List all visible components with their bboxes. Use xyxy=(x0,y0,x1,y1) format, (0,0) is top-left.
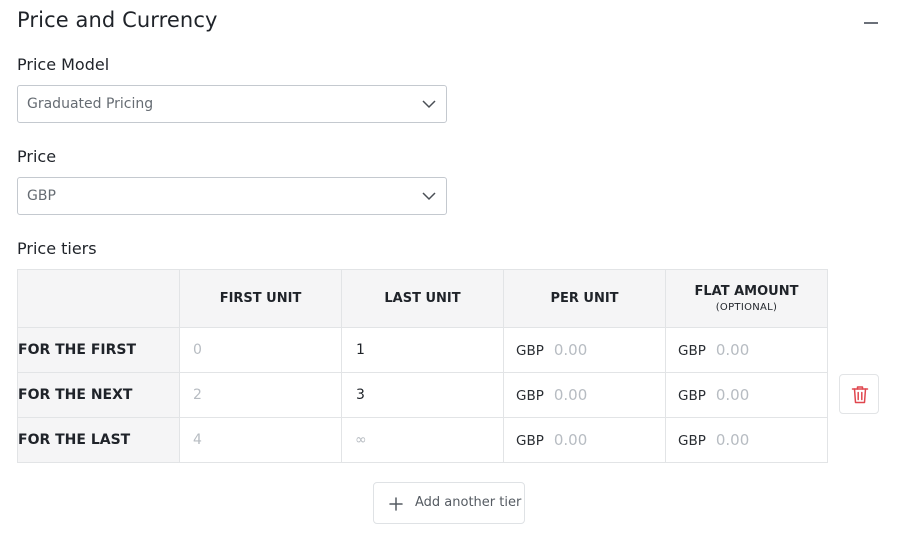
delete-tier-button[interactable] xyxy=(839,374,879,414)
price-tiers-table: FIRST UNIT LAST UNIT PER UNIT FLAT AMOUN… xyxy=(17,269,828,463)
section-title: Price and Currency xyxy=(17,8,218,32)
row-label: FOR THE FIRST xyxy=(17,327,180,373)
plus-icon xyxy=(389,497,403,511)
flat-amount-currency: GBP xyxy=(678,388,706,404)
per-unit-placeholder: 0.00 xyxy=(553,341,588,359)
price-label: Price xyxy=(17,147,57,166)
price-tiers-label: Price tiers xyxy=(17,239,97,258)
trash-icon xyxy=(851,386,869,404)
flat-amount-input[interactable]: GBP 0.00 xyxy=(665,372,828,418)
per-unit-input[interactable]: GBP 0.00 xyxy=(503,372,666,418)
table-row: FOR THE LAST 4 ∞ GBP 0.00 GBP 0.00 xyxy=(17,417,828,463)
table-header-row: FIRST UNIT LAST UNIT PER UNIT FLAT AMOUN… xyxy=(17,269,828,328)
per-unit-placeholder: 0.00 xyxy=(553,386,588,404)
header-empty xyxy=(17,269,180,328)
last-unit-value: 1 xyxy=(356,342,365,358)
per-unit-input[interactable]: GBP 0.00 xyxy=(503,327,666,373)
table-row: FOR THE NEXT 2 3 GBP 0.00 GBP 0.00 xyxy=(17,372,828,418)
price-model-select[interactable]: Graduated Pricing xyxy=(17,85,447,123)
chevron-down-icon xyxy=(422,100,436,109)
first-unit-value: 0 xyxy=(193,342,202,358)
first-unit-value: 2 xyxy=(193,387,202,403)
header-flat-amount-optional: (OPTIONAL) xyxy=(715,302,778,313)
flat-amount-placeholder: 0.00 xyxy=(715,341,750,359)
add-another-tier-label: Add another tier xyxy=(415,495,522,510)
minus-icon xyxy=(864,22,878,24)
last-unit-input[interactable]: 1 xyxy=(341,327,504,373)
price-model-value: Graduated Pricing xyxy=(27,96,154,112)
first-unit-cell: 4 xyxy=(179,417,342,463)
per-unit-currency: GBP xyxy=(516,433,544,449)
flat-amount-input[interactable]: GBP 0.00 xyxy=(665,417,828,463)
last-unit-input[interactable]: 3 xyxy=(341,372,504,418)
per-unit-placeholder: 0.00 xyxy=(553,431,588,449)
infinity-value: ∞ xyxy=(355,432,367,448)
price-model-label: Price Model xyxy=(17,55,110,74)
collapse-section-button[interactable] xyxy=(858,13,884,33)
price-currency-value: GBP xyxy=(27,188,56,204)
flat-amount-input[interactable]: GBP 0.00 xyxy=(665,327,828,373)
first-unit-cell: 0 xyxy=(179,327,342,373)
flat-amount-placeholder: 0.00 xyxy=(715,431,750,449)
first-unit-value: 4 xyxy=(193,432,202,448)
chevron-down-icon xyxy=(422,192,436,201)
header-flat-amount: FLAT AMOUNT (OPTIONAL) xyxy=(665,269,828,328)
first-unit-cell: 2 xyxy=(179,372,342,418)
table-row: FOR THE FIRST 0 1 GBP 0.00 GBP 0.00 xyxy=(17,327,828,373)
row-label: FOR THE LAST xyxy=(17,417,180,463)
header-last-unit: LAST UNIT xyxy=(341,269,504,328)
price-currency-select[interactable]: GBP xyxy=(17,177,447,215)
add-another-tier-button[interactable]: Add another tier xyxy=(373,482,525,524)
per-unit-input[interactable]: GBP 0.00 xyxy=(503,417,666,463)
flat-amount-placeholder: 0.00 xyxy=(715,386,750,404)
header-per-unit: PER UNIT xyxy=(503,269,666,328)
flat-amount-currency: GBP xyxy=(678,343,706,359)
last-unit-value: 3 xyxy=(356,387,365,403)
per-unit-currency: GBP xyxy=(516,388,544,404)
header-first-unit: FIRST UNIT xyxy=(179,269,342,328)
header-flat-amount-title: FLAT AMOUNT xyxy=(694,284,799,299)
per-unit-currency: GBP xyxy=(516,343,544,359)
row-label: FOR THE NEXT xyxy=(17,372,180,418)
flat-amount-currency: GBP xyxy=(678,433,706,449)
last-unit-cell: ∞ xyxy=(341,417,504,463)
